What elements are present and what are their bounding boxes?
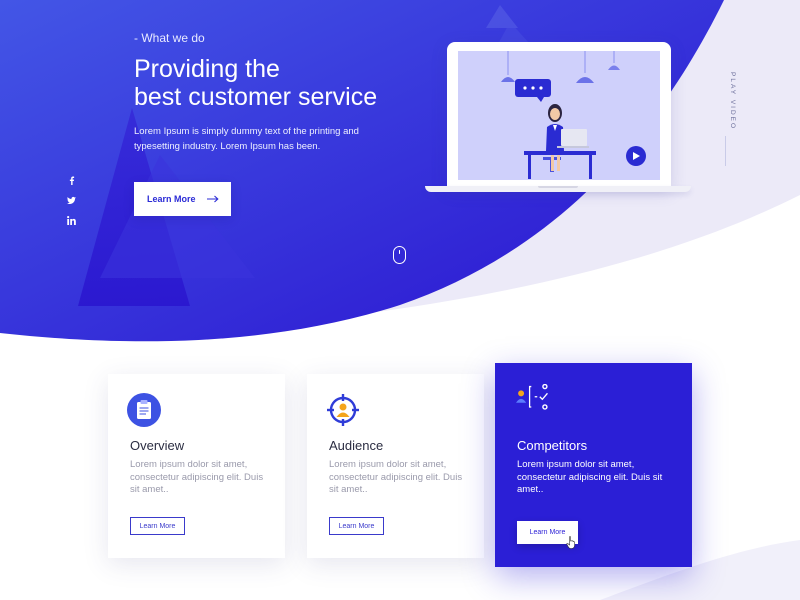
- hero-title: Providing the best customer service: [134, 55, 414, 111]
- hero-description: Lorem Ipsum is simply dummy text of the …: [134, 126, 359, 152]
- laptop-illustration: [425, 42, 691, 194]
- card-description: Lorem ipsum dolor sit amet, consectetur …: [130, 459, 264, 495]
- hero-eyebrow: - What we do: [134, 31, 205, 45]
- facebook-icon: [69, 176, 74, 185]
- mouse-scroll-icon[interactable]: [393, 246, 406, 264]
- card-competitors[interactable]: Competitors Lorem ipsum dolor sit amet, …: [495, 363, 692, 567]
- linkedin-link[interactable]: [64, 213, 78, 227]
- card-description: Lorem ipsum dolor sit amet, consectetur …: [329, 459, 463, 495]
- arrow-right-icon: [207, 195, 219, 203]
- target-user-icon: [327, 394, 359, 426]
- card-overview[interactable]: Overview Lorem ipsum dolor sit amet, con…: [108, 374, 285, 558]
- facebook-link[interactable]: [64, 173, 78, 187]
- twitter-icon: [66, 196, 76, 204]
- card-audience[interactable]: Audience Lorem ipsum dolor sit amet, con…: [307, 374, 484, 558]
- divider-line: [725, 136, 726, 166]
- linkedin-icon: [66, 215, 76, 225]
- laptop-notch: [538, 186, 578, 188]
- card-title: Audience: [329, 438, 384, 453]
- hero-learn-more-button[interactable]: Learn More: [134, 182, 231, 216]
- clipboard-icon: [127, 393, 161, 427]
- hand-cursor-icon: [566, 536, 575, 549]
- card-title: Competitors: [517, 438, 588, 453]
- video-thumbnail[interactable]: [458, 51, 660, 180]
- play-video-link[interactable]: PLAY VIDEO: [718, 72, 736, 132]
- play-icon: [632, 152, 640, 160]
- hero-title-line: Providing the: [134, 55, 280, 83]
- play-video-button[interactable]: [626, 146, 646, 166]
- laptop-screen: [447, 42, 671, 188]
- hero-title-line: best customer service: [134, 83, 378, 111]
- card-description: Lorem ipsum dolor sit amet, consectetur …: [517, 459, 663, 495]
- competitor-hierarchy-icon: [516, 384, 548, 410]
- twitter-link[interactable]: [64, 193, 78, 207]
- learn-more-button[interactable]: Learn More: [329, 517, 384, 535]
- card-title: Overview: [130, 438, 185, 453]
- learn-more-button[interactable]: Learn More: [130, 517, 185, 535]
- button-label: Learn More: [147, 194, 196, 204]
